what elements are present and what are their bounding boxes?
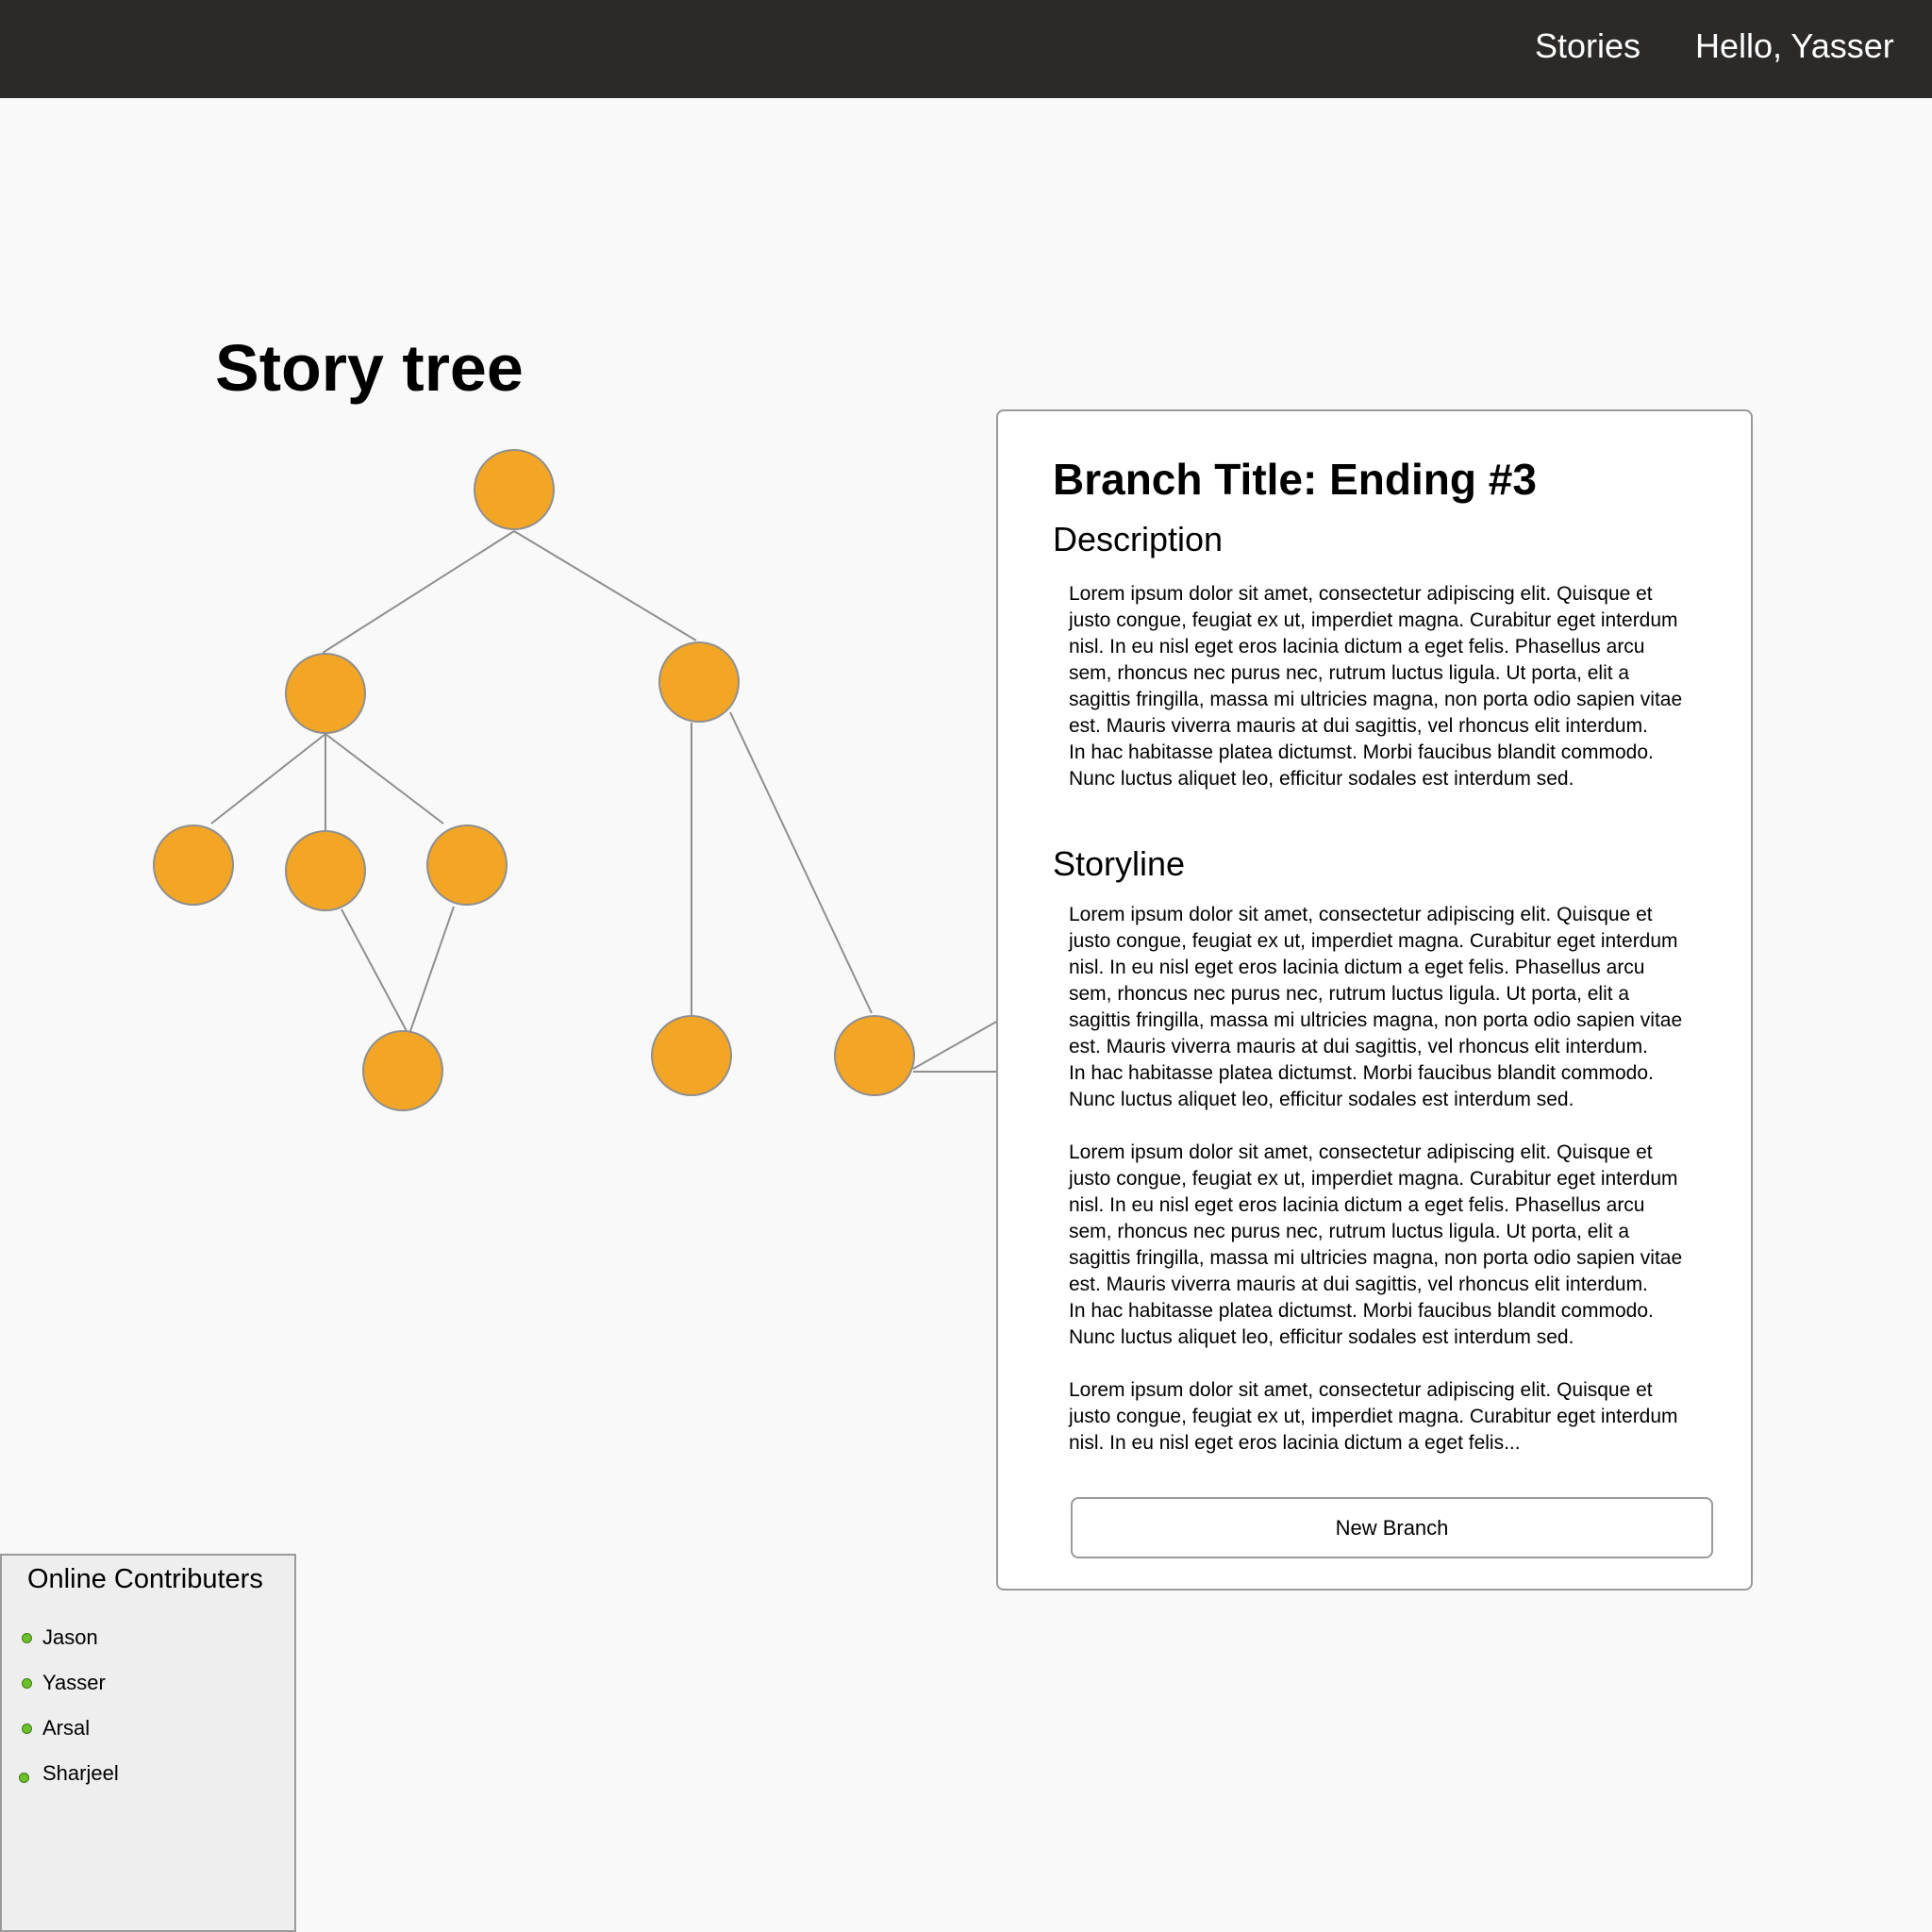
contributor-name: Jason [42, 1625, 98, 1649]
contributor-name: Yasser [42, 1671, 106, 1694]
tree-edge [729, 711, 873, 1014]
description-heading: Description [1053, 520, 1224, 558]
tree-edge [409, 906, 455, 1032]
branch-title: Branch Title: Ending #3 [1053, 455, 1537, 504]
tree-node[interactable] [651, 1015, 732, 1096]
tree-node[interactable] [153, 824, 234, 906]
tree-edge [341, 908, 408, 1032]
tree-node[interactable] [285, 830, 366, 911]
storyline-paragraph: Lorem ipsum dolor sit amet, consectetur … [1069, 904, 1683, 1110]
online-status-icon [22, 1633, 32, 1643]
tree-node[interactable] [426, 824, 508, 906]
contributors-title: Online Contributers [27, 1564, 263, 1594]
tree-edge [322, 530, 515, 654]
description-text: Lorem ipsum dolor sit amet, consectetur … [1069, 583, 1683, 790]
online-contributors-panel: Online Contributers Jason Yasser Arsal S… [0, 1554, 296, 1932]
tree-edge [912, 1020, 999, 1070]
tree-node-root[interactable] [474, 449, 555, 530]
contributor-name: Arsal [42, 1716, 91, 1740]
tree-edge [513, 530, 697, 641]
contributor-name: Sharjeel [42, 1761, 119, 1785]
tree-node[interactable] [362, 1030, 443, 1111]
new-branch-button[interactable]: New Branch [1071, 1497, 1713, 1558]
online-status-icon [19, 1773, 29, 1783]
storyline-paragraph: Lorem ipsum dolor sit amet, consectetur … [1069, 1141, 1683, 1348]
storyline-heading: Storyline [1053, 844, 1186, 883]
tree-edge [210, 733, 326, 824]
tree-node[interactable] [658, 641, 740, 723]
tree-node-selected[interactable] [834, 1015, 915, 1096]
online-status-icon [22, 1724, 32, 1734]
tree-edge [325, 733, 444, 824]
online-status-icon [22, 1678, 32, 1689]
tree-node[interactable] [285, 653, 366, 734]
storyline-paragraph: Lorem ipsum dolor sit amet, consectetur … [1069, 1379, 1678, 1454]
branch-detail-panel: Branch Title: Ending #3 Description Lore… [996, 409, 1753, 1591]
